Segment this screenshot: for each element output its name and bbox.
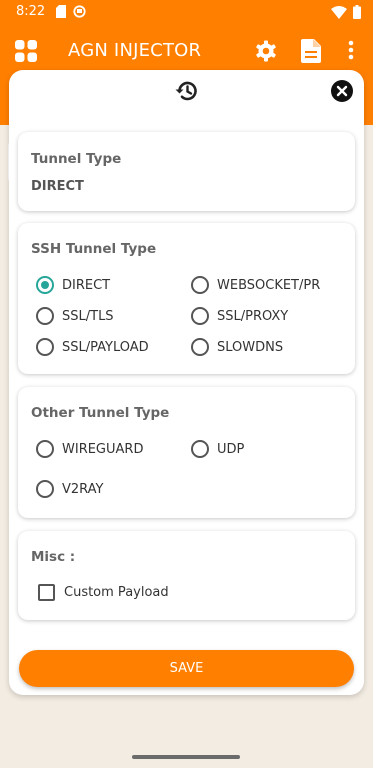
ssh-tunnel-type-title: SSH Tunnel Type xyxy=(31,241,157,257)
navigation-bar xyxy=(0,740,373,768)
radio-ssl-tls[interactable]: SSL/TLS xyxy=(36,305,114,327)
save-button-label: SAVE xyxy=(169,661,204,676)
ssh-tunnel-type-card: SSH Tunnel Type DIRECT WEBSOCKET/PR SSL/… xyxy=(18,223,355,374)
radio-v2ray[interactable]: V2RAY xyxy=(36,478,104,500)
grid-icon[interactable] xyxy=(14,39,38,63)
radio-wireguard[interactable]: WIREGUARD xyxy=(36,438,143,460)
app-title: AGN INJECTOR xyxy=(68,40,202,61)
other-tunnel-type-title: Other Tunnel Type xyxy=(31,405,170,421)
radio-direct[interactable]: DIRECT xyxy=(36,274,110,296)
history-icon[interactable] xyxy=(175,79,199,103)
misc-card: Misc : Custom Payload xyxy=(18,531,355,620)
radio-label: SSL/PAYLOAD xyxy=(62,339,149,355)
radio-ssl-proxy[interactable]: SSL/PROXY xyxy=(191,305,288,327)
radio-label: SSL/PROXY xyxy=(217,308,289,324)
radio-button[interactable] xyxy=(191,307,209,325)
radio-button[interactable] xyxy=(191,440,209,458)
radio-button[interactable] xyxy=(191,276,209,294)
close-icon xyxy=(336,85,348,97)
radio-label: UDP xyxy=(217,441,245,457)
custom-payload-checkbox[interactable] xyxy=(38,583,55,601)
radio-button[interactable] xyxy=(36,440,54,458)
radio-udp[interactable]: UDP xyxy=(191,438,244,460)
notification-icon xyxy=(73,5,86,18)
other-tunnel-type-card: Other Tunnel Type WIREGUARD UDP V2RAY xyxy=(18,387,355,518)
battery-icon xyxy=(353,5,361,19)
radio-websocket[interactable]: WEBSOCKET/PR xyxy=(191,274,320,296)
radio-slowdns[interactable]: SLOWDNS xyxy=(191,336,283,358)
tunnel-type-title: Tunnel Type xyxy=(31,151,122,167)
radio-button[interactable] xyxy=(36,307,54,325)
wifi-icon xyxy=(331,5,347,19)
radio-button-selected[interactable] xyxy=(36,276,54,294)
radio-label: V2RAY xyxy=(62,481,104,497)
radio-label: WEBSOCKET/PR xyxy=(217,277,321,293)
tunnel-type-card: Tunnel Type DIRECT xyxy=(18,132,355,211)
custom-payload-label: Custom Payload xyxy=(64,584,169,600)
misc-title: Misc : xyxy=(31,549,76,565)
radio-label: SSL/TLS xyxy=(62,308,114,324)
gear-icon[interactable] xyxy=(254,39,278,63)
tunnel-type-value: DIRECT xyxy=(31,179,84,194)
custom-payload-option[interactable]: Custom Payload xyxy=(38,581,169,603)
sd-card-icon xyxy=(56,5,66,18)
radio-label: DIRECT xyxy=(62,277,111,293)
status-time: 8:22 xyxy=(16,4,46,19)
radio-button[interactable] xyxy=(36,480,54,498)
radio-label: WIREGUARD xyxy=(62,441,144,457)
save-button[interactable]: SAVE xyxy=(19,650,354,687)
tunnel-type-dialog: Tunnel Type DIRECT SSH Tunnel Type DIREC… xyxy=(9,70,364,695)
gesture-handle[interactable] xyxy=(132,755,240,759)
radio-ssl-payload[interactable]: SSL/PAYLOAD xyxy=(36,336,149,358)
radio-button[interactable] xyxy=(36,338,54,356)
status-bar: 8:22 xyxy=(0,0,373,24)
more-vert-icon[interactable] xyxy=(348,39,354,61)
radio-label: SLOWDNS xyxy=(217,339,284,355)
document-icon[interactable] xyxy=(301,39,321,63)
close-button[interactable] xyxy=(331,80,353,102)
radio-button[interactable] xyxy=(191,338,209,356)
